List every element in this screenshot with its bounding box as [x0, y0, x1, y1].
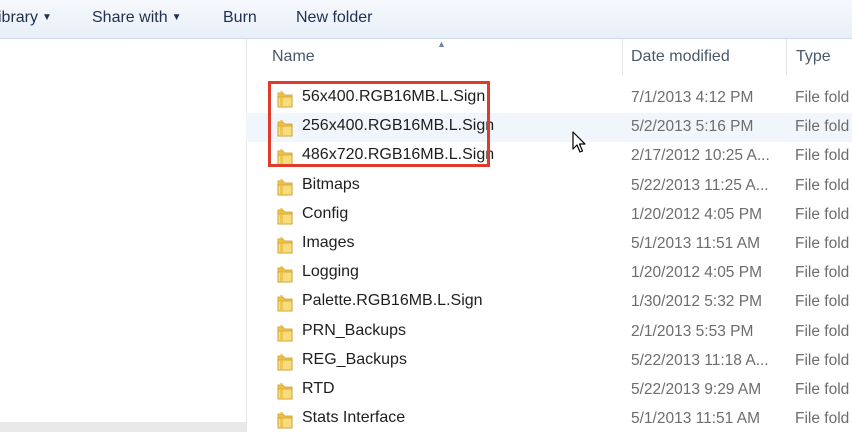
folder-icon	[277, 295, 293, 312]
file-row[interactable]: Stats Interface 5/1/2013 11:51 AM File fol…	[246, 405, 852, 434]
column-header-name[interactable]: ▲ Name	[247, 39, 623, 75]
file-name: 256x400.RGB16MB.L.Sign	[302, 117, 495, 135]
file-date-modified: 5/22/2013 9:29 AM	[631, 380, 762, 398]
folder-icon	[277, 120, 293, 137]
column-header-date-label: Date modified	[631, 48, 730, 65]
file-name: Bitmaps	[302, 175, 360, 193]
folder-icon	[277, 91, 293, 108]
file-type: File fold	[795, 293, 850, 311]
file-date-modified: 5/1/2013 11:51 AM	[631, 410, 760, 428]
file-row[interactable]: 486x720.RGB16MB.L.Sign 2/17/2012 10:25 A.…	[246, 142, 852, 171]
file-date-modified: 2/17/2012 10:25 A...	[631, 147, 770, 165]
file-row[interactable]: RTD 5/22/2013 9:29 AM File fold	[246, 376, 852, 405]
folder-icon	[277, 236, 293, 254]
folder-icon	[277, 178, 293, 195]
file-name: RTD	[302, 379, 335, 397]
column-header-type[interactable]: Type	[787, 39, 852, 75]
file-row[interactable]: Palette.RGB16MB.L.Sign 1/30/2012 5:32 PM F…	[246, 288, 852, 317]
file-row[interactable]: Logging 1/20/2012 4:05 PM File fold	[246, 259, 852, 288]
file-date-modified: 7/1/2013 4:12 PM	[631, 89, 754, 106]
file-row[interactable]: PRN_Backups 2/1/2013 5:53 PM File fold	[246, 318, 852, 347]
file-date-modified: 5/2/2013 5:16 PM	[631, 118, 754, 136]
column-header-name-label: Name	[272, 48, 315, 65]
file-name: Config	[302, 204, 349, 222]
folder-icon	[277, 382, 293, 400]
share-with-label: Share with	[92, 9, 168, 26]
file-date-modified: 5/22/2013 11:18 A...	[631, 351, 769, 369]
file-name: Palette.RGB16MB.L.Sign	[302, 292, 483, 310]
file-row[interactable]: Images 5/1/2013 11:51 AM File fold	[246, 230, 852, 259]
file-type: File fold	[795, 118, 850, 136]
include-in-library-label: ibrary	[0, 9, 39, 26]
navigation-pane[interactable]	[0, 39, 247, 432]
file-name: 56x400.RGB16MB.L.Sign	[302, 88, 486, 105]
file-row[interactable]: REG_Backups 5/22/2013 11:18 A... File fold	[246, 347, 852, 376]
file-type: File fold	[795, 322, 850, 340]
folder-icon	[277, 149, 293, 166]
file-type: File fold	[795, 176, 850, 194]
file-name: Stats Interface	[302, 409, 406, 427]
file-type: File fold	[795, 147, 850, 165]
file-date-modified: 5/1/2013 11:51 AM	[631, 234, 760, 252]
file-list: 56x400.RGB16MB.L.Sign 7/1/2013 4:12 PM Fil…	[246, 84, 852, 434]
command-toolbar: ibrary ▼ Share with ▼ Burn New folder	[0, 0, 852, 39]
new-folder-label: New folder	[296, 9, 373, 26]
chevron-down-icon: ▼	[171, 12, 182, 23]
burn-button[interactable]: Burn	[223, 9, 257, 27]
file-type: File fold	[795, 410, 850, 428]
file-name: Logging	[302, 263, 359, 281]
file-row[interactable]: Bitmaps 5/22/2013 11:25 A... File fold	[246, 172, 852, 201]
file-row[interactable]: 56x400.RGB16MB.L.Sign 7/1/2013 4:12 PM Fil…	[246, 84, 852, 113]
file-date-modified: 1/20/2012 4:05 PM	[631, 264, 762, 282]
file-date-modified: 1/30/2012 5:32 PM	[631, 293, 762, 311]
burn-label: Burn	[223, 9, 257, 26]
navigation-pane-scrollbar[interactable]	[0, 422, 246, 432]
file-name: 486x720.RGB16MB.L.Sign	[302, 146, 495, 164]
new-folder-button[interactable]: New folder	[296, 9, 372, 27]
file-type: File fold	[795, 89, 850, 106]
include-in-library-button[interactable]: ibrary ▼	[0, 9, 52, 27]
file-row[interactable]: Config 1/20/2012 4:05 PM File fold	[246, 201, 852, 230]
chevron-down-icon: ▼	[42, 12, 52, 23]
mouse-cursor-icon	[572, 131, 586, 153]
column-header-type-label: Type	[796, 48, 831, 65]
file-date-modified: 2/1/2013 5:53 PM	[631, 322, 754, 340]
file-date-modified: 5/22/2013 11:25 A...	[631, 176, 769, 194]
sort-ascending-icon: ▲	[437, 39, 446, 49]
column-header-date-modified[interactable]: Date modified	[623, 39, 787, 75]
folder-icon	[277, 207, 293, 225]
file-type: File fold	[795, 264, 850, 282]
folder-icon	[277, 266, 293, 283]
file-type: File fold	[795, 234, 850, 252]
folder-icon	[277, 324, 293, 341]
file-type: File fold	[795, 380, 850, 398]
file-name: PRN_Backups	[302, 321, 407, 339]
file-name: Images	[302, 233, 355, 251]
file-date-modified: 1/20/2012 4:05 PM	[631, 205, 762, 223]
file-row[interactable]: 256x400.RGB16MB.L.Sign 5/2/2013 5:16 PM Fi…	[246, 113, 852, 143]
file-name: REG_Backups	[302, 350, 407, 368]
share-with-button[interactable]: Share with ▼	[92, 9, 182, 27]
folder-icon	[277, 353, 293, 371]
file-type: File fold	[795, 205, 850, 223]
folder-icon	[277, 412, 293, 429]
file-type: File fold	[795, 351, 850, 369]
